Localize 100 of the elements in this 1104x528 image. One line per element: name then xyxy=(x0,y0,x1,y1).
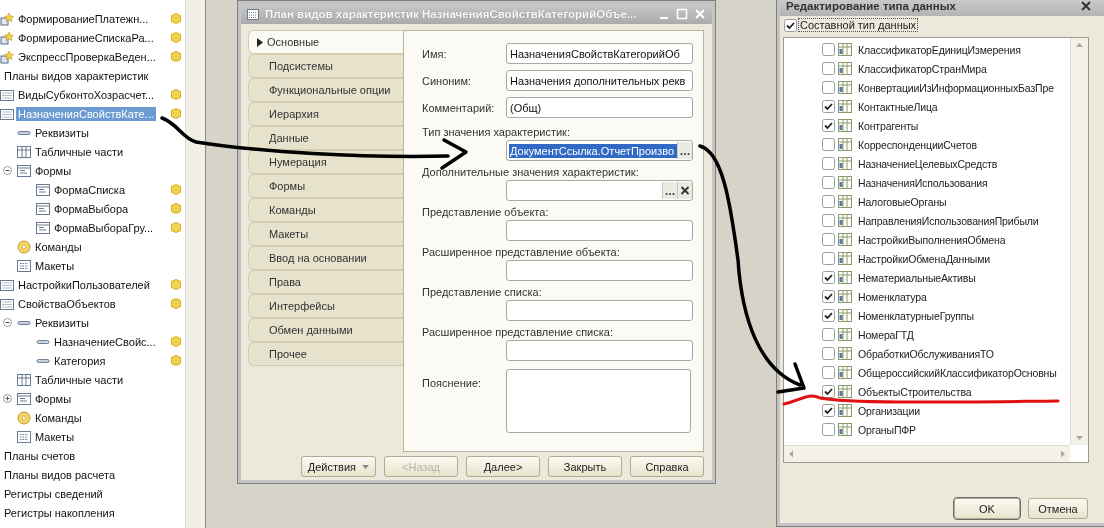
type-item[interactable]: НазначенияИспользования xyxy=(858,176,988,189)
tab[interactable]: Макеты xyxy=(248,222,403,246)
tree-item[interactable]: НастройкиПользователей xyxy=(16,277,152,292)
checkbox[interactable] xyxy=(822,385,835,398)
checkbox[interactable] xyxy=(822,271,835,284)
checkbox[interactable] xyxy=(822,81,835,94)
ellipsis-icon[interactable] xyxy=(662,182,677,199)
type-item[interactable]: КонвертацииИзИнформационныхБазПре xyxy=(858,81,1054,94)
tab[interactable]: Формы xyxy=(248,174,403,198)
checkbox-label[interactable]: Составной тип данных xyxy=(799,19,918,31)
type-item[interactable]: КлассификаторСтранМира xyxy=(858,62,987,75)
checkbox[interactable] xyxy=(822,195,835,208)
type-item[interactable]: Организации xyxy=(858,404,920,417)
tab[interactable]: Основные xyxy=(248,30,403,54)
tree-item[interactable]: Команды xyxy=(33,410,84,425)
tree-item[interactable]: Категория xyxy=(52,353,108,368)
tab[interactable]: Данные xyxy=(248,126,403,150)
checkbox[interactable] xyxy=(784,18,797,32)
checkbox[interactable] xyxy=(822,119,835,132)
input-field[interactable] xyxy=(506,340,693,361)
tab[interactable]: Функциональные опции xyxy=(248,78,403,102)
tree-item[interactable]: Макеты xyxy=(33,258,77,273)
input-field[interactable] xyxy=(506,220,693,241)
tree-item[interactable]: ФормированиеСпискаРа... xyxy=(16,30,156,45)
type-item[interactable]: КлассификаторЕдиницИзмерения xyxy=(858,43,1021,56)
input-field[interactable] xyxy=(506,300,693,321)
tree-item[interactable]: Табличные части xyxy=(33,144,126,159)
type-item[interactable]: НомераГТД xyxy=(858,328,914,341)
tree-item[interactable]: Регистры накопления xyxy=(2,505,117,520)
checkbox[interactable] xyxy=(822,404,835,417)
tree-item[interactable]: Команды xyxy=(33,239,84,254)
collapse-icon[interactable] xyxy=(3,318,12,327)
tab[interactable]: Команды xyxy=(248,198,403,222)
checkbox[interactable] xyxy=(822,366,835,379)
checkbox[interactable] xyxy=(822,233,835,246)
type-item[interactable]: НазначениеЦелевыхСредств xyxy=(858,157,998,170)
close-icon[interactable] xyxy=(1080,0,1092,12)
type-item[interactable]: ОбщероссийскийКлассификаторОсновны xyxy=(858,366,1057,379)
tree-item[interactable]: ФормированиеПлатежн... xyxy=(16,11,151,26)
checkbox[interactable] xyxy=(822,100,835,113)
type-item[interactable]: НаправленияИспользованияПрибыли xyxy=(858,214,1039,227)
expand-icon[interactable] xyxy=(3,394,12,403)
checkbox[interactable] xyxy=(822,347,835,360)
checkbox[interactable] xyxy=(822,214,835,227)
tab[interactable]: Прочее xyxy=(248,342,403,366)
type-item[interactable]: ОбъектыСтроительства xyxy=(858,385,972,398)
input-field[interactable]: ДокументСсылка.ОтчетПроизво xyxy=(506,140,693,161)
checkbox[interactable] xyxy=(822,62,835,75)
dialog-button[interactable]: Справка xyxy=(630,456,704,477)
tab[interactable]: Иерархия xyxy=(248,102,403,126)
scrollbar[interactable] xyxy=(1070,38,1088,445)
checkbox[interactable] xyxy=(822,328,835,341)
dialog-button[interactable]: OK xyxy=(954,498,1020,519)
dialog-button[interactable]: Закрыть xyxy=(548,456,622,477)
type-item[interactable]: КонтактныеЛица xyxy=(858,100,938,113)
dialog-button[interactable]: Далее> xyxy=(466,456,540,477)
tree-item[interactable]: ЭкспрессПроверкаВеден... xyxy=(16,49,158,64)
tree-item[interactable]: Формы xyxy=(33,163,74,178)
tab[interactable]: Подсистемы xyxy=(248,54,403,78)
checkbox[interactable] xyxy=(822,176,835,189)
maximize-icon[interactable] xyxy=(676,8,688,20)
checkbox[interactable] xyxy=(822,290,835,303)
dialog-button[interactable]: Отмена xyxy=(1028,498,1088,519)
checkbox[interactable] xyxy=(822,43,835,56)
type-item[interactable]: НалоговыеОрганы xyxy=(858,195,947,208)
type-item[interactable]: КорреспонденцииСчетов xyxy=(858,138,977,151)
tree-item[interactable]: ФормаВыбораГру... xyxy=(52,220,156,235)
tab[interactable]: Ввод на основании xyxy=(248,246,403,270)
input-field[interactable] xyxy=(506,260,693,281)
collapse-icon[interactable] xyxy=(3,166,12,175)
tree-item[interactable]: Реквизиты xyxy=(33,315,91,330)
type-item[interactable]: НематериальныеАктивы xyxy=(858,271,976,284)
checkbox[interactable] xyxy=(822,252,835,265)
checkbox[interactable] xyxy=(822,423,835,436)
input-field[interactable] xyxy=(506,180,693,201)
tab[interactable]: Интерфейсы xyxy=(248,294,403,318)
tree-item[interactable]: Табличные части xyxy=(33,372,126,387)
menu-button[interactable]: Действия xyxy=(300,456,376,477)
ellipsis-icon[interactable] xyxy=(677,142,692,159)
type-item[interactable]: НастройкиОбменаДанными xyxy=(858,252,990,265)
scrollbar[interactable] xyxy=(784,445,1070,462)
scrollbar[interactable] xyxy=(185,0,205,528)
type-item[interactable]: НастройкиВыполненияОбмена xyxy=(858,233,1006,246)
text-area[interactable] xyxy=(506,369,691,433)
type-item[interactable]: ОрганыПФР xyxy=(858,423,916,436)
checkbox[interactable] xyxy=(822,157,835,170)
tree-item[interactable]: ФормаСписка xyxy=(52,182,127,197)
tab[interactable]: Права xyxy=(248,270,403,294)
tab[interactable]: Обмен данными xyxy=(248,318,403,342)
input-field[interactable]: НазначенияСвойствКатегорийОб xyxy=(506,43,693,64)
tree-item[interactable]: СвойстваОбъектов xyxy=(16,296,118,311)
tree-item[interactable]: Регистры сведений xyxy=(2,486,105,501)
tree-item[interactable]: Реквизиты xyxy=(33,125,91,140)
input-field[interactable]: (Общ) xyxy=(506,97,693,118)
tree-item[interactable]: ВидыСубконтоХозрасчет... xyxy=(16,87,157,102)
tree-item[interactable]: ФормаВыбора xyxy=(52,201,131,216)
type-item[interactable]: НоменклатурныеГруппы xyxy=(858,309,974,322)
tree-item[interactable]: Формы xyxy=(33,391,74,406)
checkbox[interactable] xyxy=(822,138,835,151)
tree-item[interactable]: Макеты xyxy=(33,429,77,444)
